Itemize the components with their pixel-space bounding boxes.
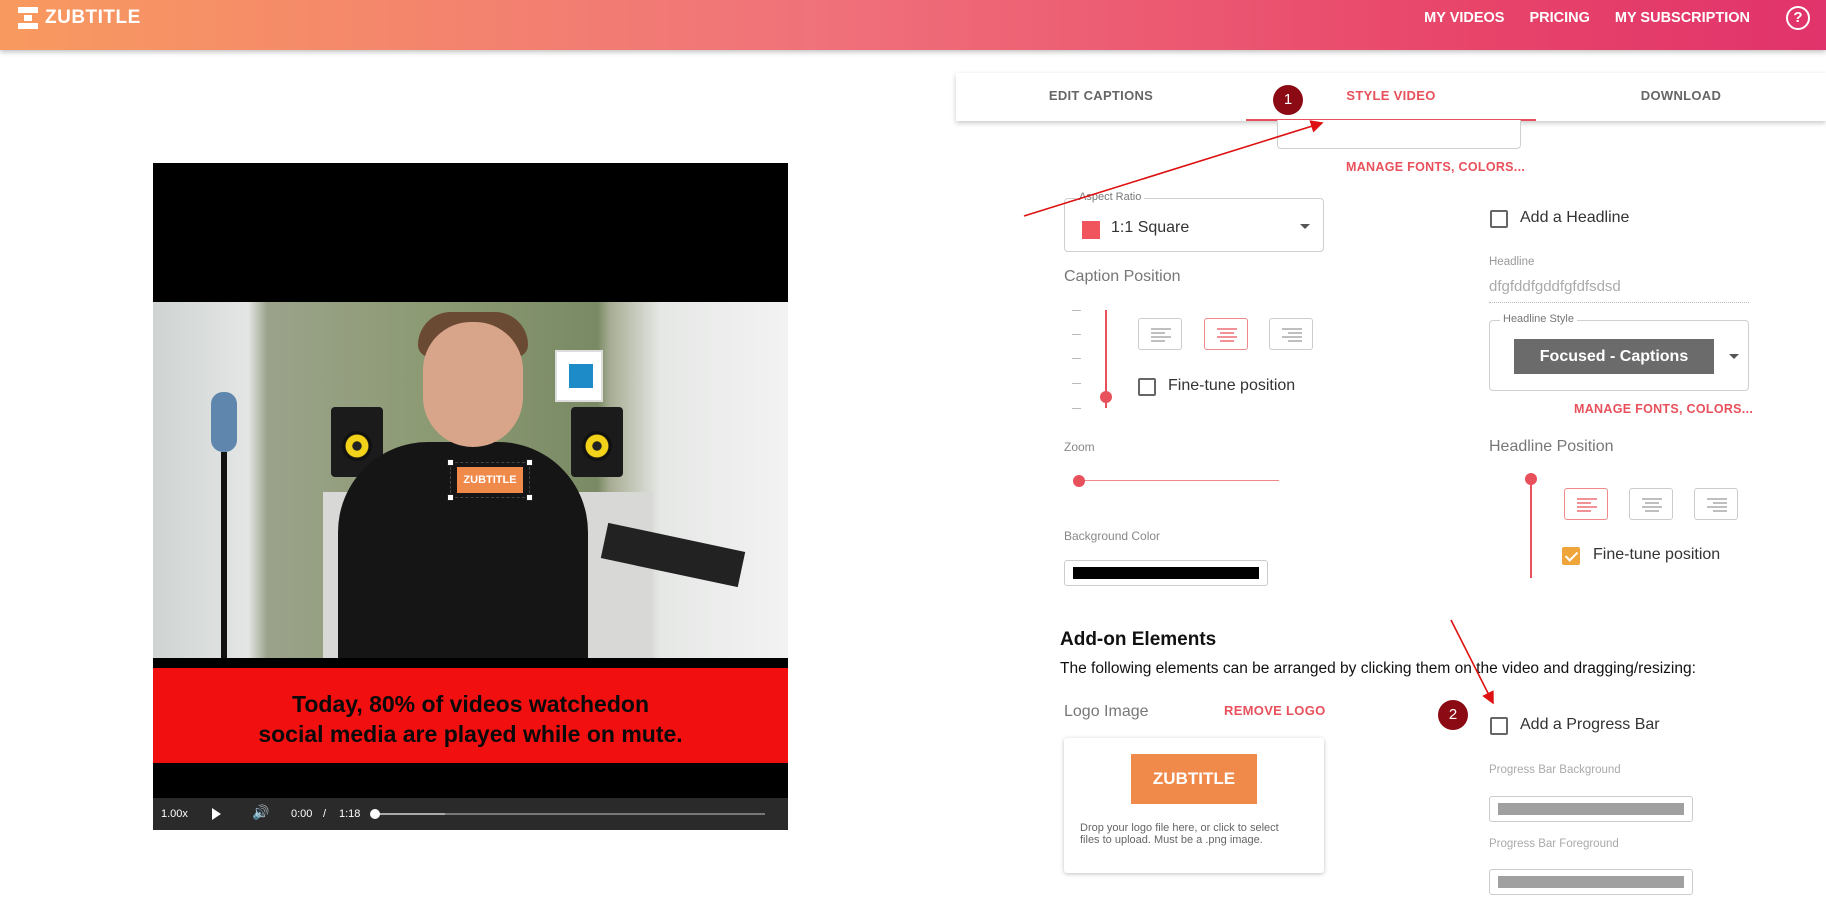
caption-position-label: Caption Position [1064,268,1181,285]
progress-bg-label: Progress Bar Background [1489,764,1621,776]
headline-style-label: Headline Style [1500,313,1577,325]
headline-position-label: Headline Position [1489,438,1614,455]
headline-fine-tune-label: Fine-tune position [1593,546,1721,563]
add-progress-bar-label: Add a Progress Bar [1520,716,1660,733]
caption-align-left-button[interactable] [1138,318,1182,350]
top-nav: MY VIDEOS PRICING MY SUBSCRIPTION [1424,0,1750,36]
caption-align-center-button[interactable] [1204,318,1248,350]
align-center-icon [1217,328,1237,342]
seek-knob[interactable] [370,809,380,819]
app-root: ZUBTITLE MY VIDEOS PRICING MY SUBSCRIPTI… [0,0,1826,919]
time-separator: / [323,808,327,820]
headline-align-left-button[interactable] [1564,488,1608,520]
headline-manage-fonts-link[interactable]: MANAGE FONTS, COLORS... [1574,402,1753,416]
play-icon[interactable] [212,808,221,820]
logo-mark-icon [18,7,38,29]
player-controls: 1.00x 🔊 0:00 / 1:18 [153,798,788,830]
aspect-ratio-swatch [1082,221,1100,239]
volume-icon[interactable]: 🔊 [252,804,269,821]
watermark-text: ZUBTITLE [457,467,523,493]
add-headline-checkbox[interactable] [1490,210,1508,228]
aspect-ratio-label: Aspect Ratio [1076,191,1145,203]
headline-position-slider[interactable] [1530,478,1532,578]
watermark-logo[interactable]: ZUBTITLE [447,459,533,501]
playback-speed[interactable]: 1.00x [161,808,188,820]
duration: 1:18 [339,808,361,820]
align-left-icon [1577,498,1597,512]
tab-download[interactable]: DOWNLOAD [1536,73,1826,121]
font-style-field[interactable] [1277,120,1521,149]
caption-line-1: Today, 80% of videos watchedon [292,691,649,717]
add-headline-label: Add a Headline [1520,209,1630,226]
nav-my-videos[interactable]: MY VIDEOS [1424,10,1504,26]
headline-style-value: Focused - Captions [1514,339,1714,374]
caption-fine-tune-label: Fine-tune position [1168,377,1296,394]
logo-dropzone-hint: Drop your logo file here, or click to se… [1080,822,1279,846]
addons-title: Add-on Elements [1060,629,1217,650]
logo-dropzone[interactable]: ZUBTITLE Drop your logo file here, or cl… [1064,738,1324,873]
nav-my-subscription[interactable]: MY SUBSCRIPTION [1615,10,1750,26]
brand-logo[interactable]: ZUBTITLE [18,7,141,29]
aspect-ratio-value: 1:1 Square [1111,219,1190,236]
logo-preview: ZUBTITLE [1131,754,1257,804]
seek-bar[interactable] [375,813,765,815]
tab-edit-captions[interactable]: EDIT CAPTIONS [956,73,1246,121]
caption-block[interactable]: Today, 80% of videos watchedon social me… [153,668,788,763]
nav-pricing[interactable]: PRICING [1529,10,1589,26]
progress-fg-color-picker[interactable] [1489,869,1693,895]
headline-position-handle[interactable] [1525,473,1537,485]
annotation-marker-2: 2 [1438,700,1468,730]
remove-logo-button[interactable]: REMOVE LOGO [1224,703,1326,718]
aspect-ratio-select[interactable]: 1:1 Square [1064,198,1324,252]
progress-bg-color-picker[interactable] [1489,796,1693,822]
background-color-picker[interactable] [1064,560,1268,586]
zoom-slider[interactable] [1079,480,1279,481]
headline-align-center-button[interactable] [1629,488,1673,520]
headline-fine-tune-checkbox[interactable] [1562,547,1580,565]
zoom-label: Zoom [1064,440,1095,454]
caption-align-right-button[interactable] [1269,318,1313,350]
current-time: 0:00 [291,808,313,820]
caption-line-2: social media are played while on mute. [258,721,683,747]
brand-name: ZUBTITLE [45,7,141,28]
headline-input[interactable]: dfgfddfgddfgfdfsdsd [1489,275,1749,303]
chevron-down-icon [1300,224,1310,229]
help-icon[interactable]: ? [1786,6,1810,30]
chevron-down-icon [1729,354,1739,359]
editor-tabs: EDIT CAPTIONS STYLE VIDEO DOWNLOAD [956,73,1826,121]
top-bar: ZUBTITLE MY VIDEOS PRICING MY SUBSCRIPTI… [0,0,1826,50]
zoom-handle[interactable] [1073,475,1085,487]
align-right-icon [1282,328,1302,342]
caption-fine-tune-checkbox[interactable] [1138,378,1156,396]
headline-style-select[interactable]: Focused - Captions [1489,320,1749,391]
background-color-label: Background Color [1064,529,1161,543]
annotation-marker-1: 1 [1273,85,1303,115]
headline-input-value: dfgfddfgddfgfdfsdsd [1489,278,1621,295]
logo-image-label: Logo Image [1064,703,1149,720]
align-right-icon [1707,498,1727,512]
video-player[interactable]: ZUBTITLE Today, 80% of videos watchedon … [153,163,788,830]
progress-fg-label: Progress Bar Foreground [1489,838,1619,850]
add-progress-bar-checkbox[interactable] [1490,717,1508,735]
addons-description: The following elements can be arranged b… [1060,660,1696,677]
align-left-icon [1151,328,1171,342]
caption-position-handle[interactable] [1100,391,1112,403]
headline-align-right-button[interactable] [1694,488,1738,520]
manage-fonts-link[interactable]: MANAGE FONTS, COLORS... [1346,160,1525,174]
headline-field-label: Headline [1489,256,1535,268]
align-center-icon [1642,498,1662,512]
